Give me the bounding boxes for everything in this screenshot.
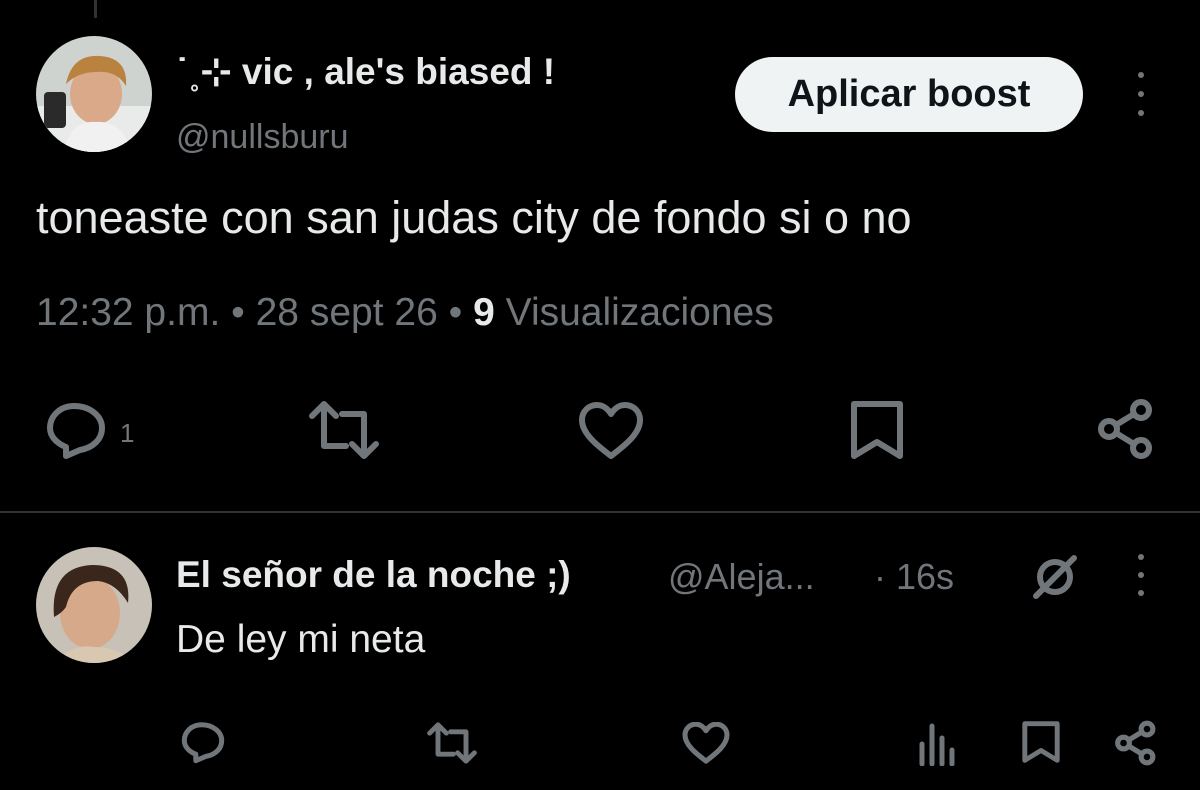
tweet-time: 12:32 p.m. <box>36 291 221 334</box>
share-icon[interactable] <box>1096 398 1156 460</box>
section-divider <box>0 511 1200 513</box>
meta-separator: • <box>220 291 256 334</box>
thread-line <box>94 0 97 18</box>
reply-more-icon[interactable] <box>1131 554 1151 596</box>
reply-text: De ley mi neta <box>176 618 426 661</box>
views-count: 9 <box>473 291 495 334</box>
tweet-detail-view: ˙˳⊹ vic , ale's biased ! @nullsburu Apli… <box>0 0 1200 790</box>
views-label[interactable]: Visualizaciones <box>506 291 774 334</box>
reply-icon[interactable] <box>44 400 108 460</box>
reply-author-handle[interactable]: @Aleja... <box>668 556 815 598</box>
reply-retweet-icon[interactable] <box>426 722 478 764</box>
reply-author-name[interactable]: El señor de la noche ;) <box>176 554 571 596</box>
more-icon[interactable] <box>1131 72 1151 116</box>
bookmark-icon[interactable] <box>850 400 904 460</box>
meta-separator: • <box>437 291 474 334</box>
author-handle[interactable]: @nullsburu <box>176 118 349 157</box>
retweet-icon[interactable] <box>308 400 380 460</box>
reply-time: · 16s <box>874 556 955 597</box>
like-icon[interactable] <box>578 402 644 460</box>
reply-reply-icon[interactable] <box>180 720 226 764</box>
tweet-meta: 12:32 p.m. • 28 sept 26 • 9 Visualizacio… <box>36 291 774 335</box>
views-icon[interactable] <box>916 720 960 766</box>
reply-bookmark-icon[interactable] <box>1022 720 1060 764</box>
reply-author-avatar[interactable] <box>36 547 152 663</box>
reply-share-icon[interactable] <box>1114 720 1158 766</box>
apply-boost-button[interactable]: Aplicar boost <box>735 57 1083 132</box>
reply-count: 1 <box>120 418 135 448</box>
tweet-text: toneaste con san judas city de fondo si … <box>36 192 912 243</box>
reply-like-icon[interactable] <box>682 722 730 764</box>
grok-icon[interactable] <box>1030 554 1080 600</box>
tweet-date: 28 sept 26 <box>255 291 438 334</box>
author-avatar[interactable] <box>36 36 152 152</box>
author-name[interactable]: ˙˳⊹ vic , ale's biased ! <box>176 50 555 93</box>
